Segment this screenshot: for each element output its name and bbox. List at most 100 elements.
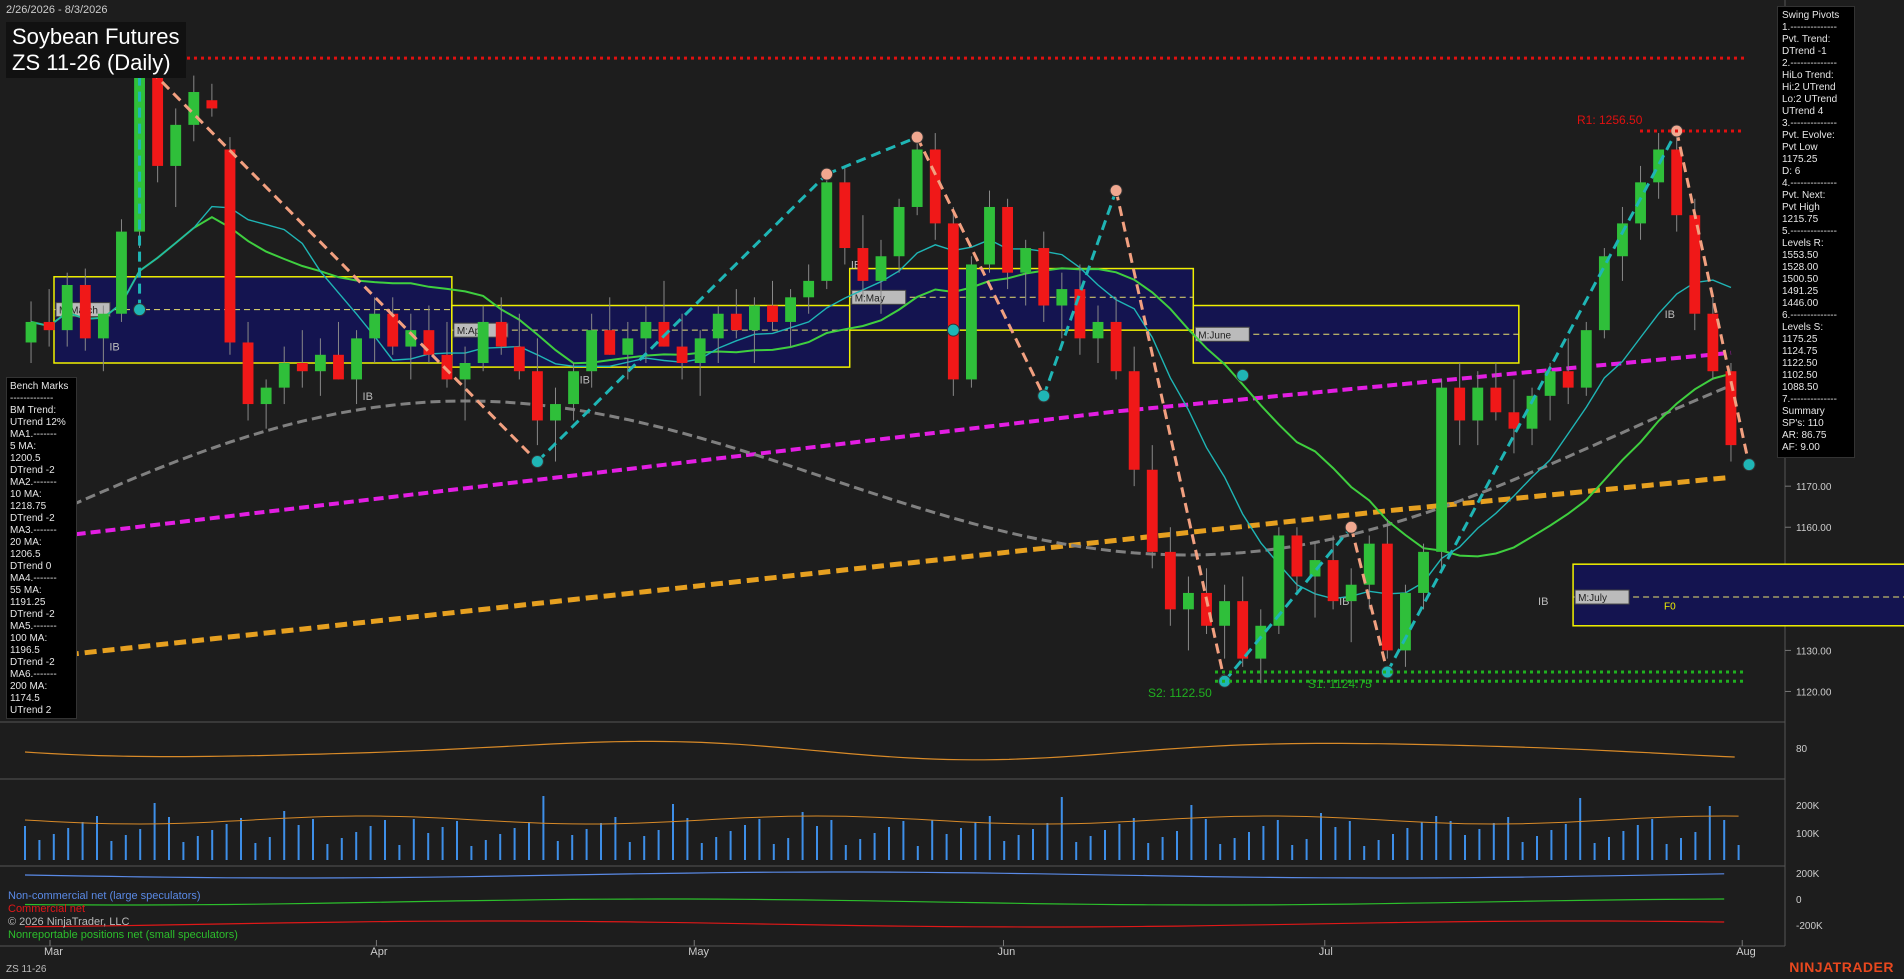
candle-body xyxy=(260,387,272,405)
swing-pivots-line: Hi:2 UTrend xyxy=(1782,82,1836,93)
ib-tag: IB xyxy=(580,375,590,387)
candle-body xyxy=(25,321,37,343)
chart-background xyxy=(0,0,1904,979)
candle-body xyxy=(170,124,182,166)
candle-body xyxy=(314,354,326,372)
swing-pivots-line: 1528.00 xyxy=(1782,262,1819,273)
bench-marks-line: Bench Marks xyxy=(10,381,69,392)
candle-body xyxy=(1291,535,1303,577)
swing-pivots-line: Pvt Low xyxy=(1782,142,1818,153)
swing-point-marker xyxy=(1037,389,1051,403)
swing-pivots-line: D: 6 xyxy=(1782,166,1801,177)
swing-pivots-line: 1446.00 xyxy=(1782,298,1819,309)
bench-marks-line: DTrend -2 xyxy=(10,465,55,476)
candle-body xyxy=(79,284,91,339)
candle-body xyxy=(1146,469,1158,552)
bench-marks-line: 1200.5 xyxy=(10,453,41,464)
candle-body xyxy=(1273,535,1285,626)
price-chart[interactable]: 1120.001130.001140.001150.001160.001170.… xyxy=(0,0,1904,979)
swing-pivots-line: 1553.50 xyxy=(1782,250,1819,261)
cot-tick-label: 0 xyxy=(1796,895,1802,906)
candle-body xyxy=(513,346,525,372)
swing-pivots-line: AR: 86.75 xyxy=(1782,430,1827,441)
bench-marks-line: 1196.5 xyxy=(10,645,40,656)
swing-pivots-line: UTrend 4 xyxy=(1782,106,1824,117)
candle-body xyxy=(1020,248,1032,273)
volume-tick-label: 100K xyxy=(1796,829,1820,840)
candle-body xyxy=(43,321,55,331)
candle-body xyxy=(748,305,760,331)
swing-pivots-line: 7.-------------- xyxy=(1782,394,1837,405)
bench-marks-line: 5 MA: xyxy=(10,441,37,452)
swing-pivots-line: 4.-------------- xyxy=(1782,178,1837,189)
x-month-label: Mar xyxy=(44,946,63,958)
monthly-label: M:June xyxy=(1198,330,1231,341)
swing-pivots-line: 1175.25 xyxy=(1782,154,1818,165)
candle-body xyxy=(1418,551,1429,593)
cot-legend: Non-commercial net (large speculators) C… xyxy=(8,890,238,942)
bench-marks-line: DTrend 0 xyxy=(10,561,52,572)
swing-pivots-line: HiLo Trend: xyxy=(1782,70,1834,81)
bench-marks-line: BM Trend: xyxy=(10,405,57,416)
candle-body xyxy=(351,338,362,380)
bench-marks-line: MA6.------- xyxy=(10,669,57,680)
indicator-tick-label: 80 xyxy=(1796,744,1808,755)
candle-body xyxy=(1671,149,1683,216)
candle-body xyxy=(1381,543,1393,651)
candle-body xyxy=(61,284,73,331)
swing-pivots-line: 3.-------------- xyxy=(1782,118,1837,129)
candle-body xyxy=(1237,601,1249,659)
swing-pivots-line: Swing Pivots xyxy=(1782,10,1840,21)
bench-marks-line: MA2.------- xyxy=(10,477,57,488)
bench-marks-line: MA1.------- xyxy=(10,429,57,440)
monthly-label: M:July xyxy=(1578,593,1607,604)
x-month-label: Apr xyxy=(370,946,387,958)
swing-pivots-line: Pvt High xyxy=(1782,202,1820,213)
legend-commercial: Commercial net xyxy=(8,903,86,915)
chart-title: Soybean Futures ZS 11-26 (Daily) xyxy=(6,22,186,78)
swing-pivots-line: 1491.25 xyxy=(1782,286,1819,297)
swing-point-marker xyxy=(910,130,924,144)
candle-body xyxy=(278,363,290,388)
bench-marks-line: 100 MA: xyxy=(10,633,48,644)
swing-pivots-line: 1175.25 xyxy=(1782,334,1818,345)
instrument-name: Soybean Futures xyxy=(12,24,180,49)
candle-body xyxy=(1454,387,1466,421)
instrument-symbol: ZS 11-26 (Daily) xyxy=(12,50,171,75)
swing-point-marker xyxy=(946,323,960,337)
candle-body xyxy=(1110,321,1122,372)
swing-point-marker xyxy=(1344,520,1358,534)
swing-point-marker xyxy=(133,303,147,317)
swing-pivots-line: Summary xyxy=(1782,406,1825,417)
resistance-label: R1: 1256.50 xyxy=(1577,113,1643,127)
swing-pivots-line: Pvt. Next: xyxy=(1782,190,1826,201)
bench-marks-line: MA3.------- xyxy=(10,525,57,536)
cot-tick-label: 200K xyxy=(1796,869,1820,880)
legend-nonreportable: Nonreportable positions net (small specu… xyxy=(8,929,238,941)
swing-pivots-line: 1124.75 xyxy=(1782,346,1818,357)
swing-pivots-line: 5.-------------- xyxy=(1782,226,1837,237)
candle-body xyxy=(242,342,254,405)
candle-body xyxy=(875,256,887,281)
candle-body xyxy=(1400,592,1411,651)
candle-body xyxy=(676,346,688,363)
swing-point-marker xyxy=(1236,368,1250,382)
candle-body xyxy=(97,313,109,339)
candle-body xyxy=(224,149,236,343)
legend-copyright: © 2026 NinjaTrader, LLC xyxy=(8,916,130,928)
candle-body xyxy=(965,264,977,380)
candle-body xyxy=(116,231,127,314)
x-month-label: Aug xyxy=(1736,946,1756,958)
swing-pivots-line: 1.-------------- xyxy=(1782,22,1837,33)
brand-logo: NINJATRADER xyxy=(1789,959,1894,975)
candle-body xyxy=(803,280,815,298)
candle-body xyxy=(1002,206,1014,273)
swing-pivots-line: 1102.50 xyxy=(1782,370,1818,381)
candle-body xyxy=(1598,256,1610,331)
candle-body xyxy=(369,313,381,339)
ib-tag: IB xyxy=(1665,309,1675,321)
monthly-label: M:May xyxy=(855,293,885,304)
swing-pivots-line: Pvt. Trend: xyxy=(1782,34,1831,45)
y-tick-label: 1130.00 xyxy=(1796,646,1832,657)
candle-body xyxy=(1580,330,1592,388)
